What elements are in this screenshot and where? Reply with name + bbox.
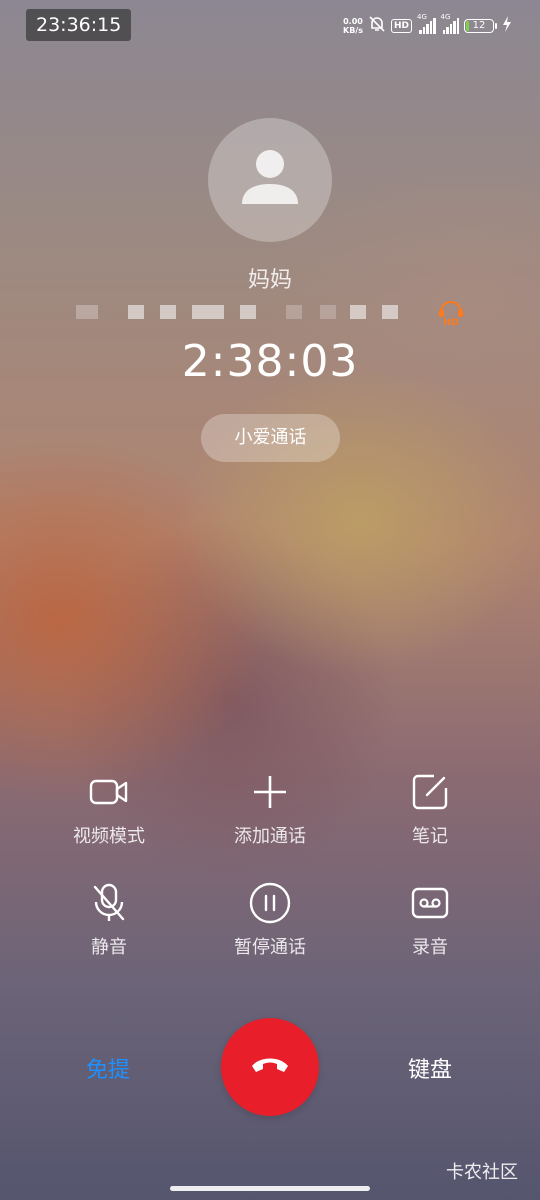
- keypad-button[interactable]: 键盘: [380, 1052, 480, 1084]
- hold-call-button[interactable]: 暂停通话: [190, 881, 350, 959]
- notes-button[interactable]: 笔记: [350, 770, 510, 848]
- add-call-button[interactable]: 添加通话: [190, 770, 350, 848]
- speakerphone-button[interactable]: 免提: [58, 1052, 158, 1084]
- record-label: 录音: [412, 937, 448, 958]
- video-mode-button[interactable]: 视频模式: [29, 770, 189, 848]
- end-call-button[interactable]: [221, 1018, 319, 1116]
- redacted-phone-number: HD: [76, 301, 476, 328]
- charging-bolt-icon: [502, 16, 512, 36]
- home-indicator[interactable]: [170, 1186, 370, 1191]
- add-call-label: 添加通话: [234, 826, 306, 847]
- mute-bell-icon: [368, 15, 386, 37]
- signal-icon: 4G: [441, 13, 459, 34]
- signal-icon: 4G: [417, 13, 436, 34]
- record-button[interactable]: 录音: [350, 881, 510, 959]
- record-tape-icon: [411, 887, 449, 919]
- hold-call-label: 暂停通话: [234, 937, 306, 958]
- battery-cap: [495, 23, 497, 29]
- contact-avatar: [208, 118, 332, 242]
- battery-icon: 12: [464, 19, 494, 33]
- net-speed-value: 0.00: [343, 17, 363, 26]
- pause-circle-icon: [249, 882, 291, 924]
- status-bar: 23:36:15 0.00 KB/s HD 4G 4G 12: [0, 0, 540, 52]
- video-camera-icon: [89, 779, 128, 805]
- person-icon: [242, 150, 298, 204]
- note-edit-icon: [412, 774, 448, 810]
- status-icons: 0.00 KB/s HD 4G 4G 12: [343, 13, 512, 38]
- battery-level: 12: [472, 20, 486, 31]
- net-speed: 0.00 KB/s: [343, 17, 363, 35]
- sim1-network-label: 4G: [417, 13, 427, 21]
- hd-call-icon: HD: [436, 300, 466, 330]
- mic-off-icon: [93, 883, 125, 921]
- video-mode-label: 视频模式: [73, 826, 145, 847]
- xiaoai-call-button[interactable]: 小爱通话: [201, 414, 340, 462]
- volte-hd-icon: HD: [390, 19, 412, 33]
- sim2-network-label: 4G: [440, 13, 451, 21]
- hd-call-label: HD: [443, 318, 458, 326]
- mute-button[interactable]: 静音: [29, 881, 189, 959]
- net-speed-unit: KB/s: [343, 26, 363, 35]
- contact-name: 妈妈: [247, 268, 292, 293]
- watermark: 卡农社区: [446, 1162, 518, 1183]
- notes-label: 笔记: [412, 826, 448, 847]
- call-duration: 2:38:03: [181, 336, 359, 387]
- status-time: 23:36:15: [26, 9, 132, 41]
- plus-icon: [254, 776, 286, 808]
- mute-label: 静音: [91, 937, 127, 958]
- phone-hangup-icon: [252, 1058, 288, 1072]
